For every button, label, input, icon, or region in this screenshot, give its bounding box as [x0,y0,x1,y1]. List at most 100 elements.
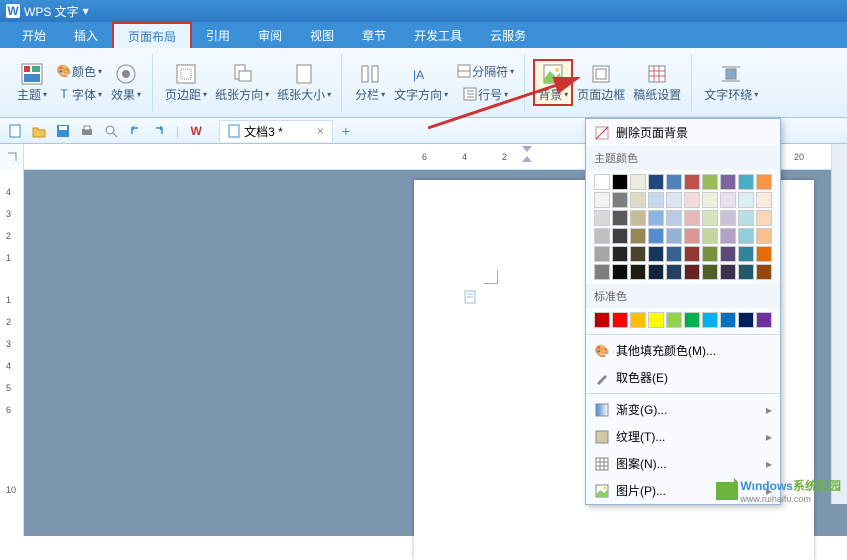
gradient-item[interactable]: 渐变(G)...▸ [586,396,780,423]
color-swatch[interactable] [702,174,718,190]
color-swatch[interactable] [612,312,628,328]
color-swatch[interactable] [738,246,754,262]
color-swatch[interactable] [684,210,700,226]
color-swatch[interactable] [738,174,754,190]
text-direction-button[interactable]: |A文字方向▾ [390,60,452,105]
color-swatch[interactable] [630,174,646,190]
theme-button[interactable]: 主题▾ [12,60,52,105]
color-swatch[interactable] [684,192,700,208]
color-swatch[interactable] [648,192,664,208]
tab-insert[interactable]: 插入 [60,22,112,48]
color-swatch[interactable] [738,210,754,226]
color-swatch[interactable] [684,174,700,190]
color-swatch[interactable] [684,246,700,262]
color-swatch[interactable] [702,246,718,262]
color-swatch[interactable] [594,312,610,328]
new-tab-button[interactable]: + [335,121,357,141]
color-swatch[interactable] [666,210,682,226]
color-swatch[interactable] [612,210,628,226]
save-button[interactable] [52,121,74,141]
app-menu-dropdown[interactable]: ▾ [83,4,89,18]
tab-review[interactable]: 审阅 [244,22,296,48]
color-swatch[interactable] [738,228,754,244]
document-tab[interactable]: 文档3 * × [219,120,333,142]
pattern-item[interactable]: 图案(N)...▸ [586,450,780,477]
redo-button[interactable] [148,121,170,141]
new-doc-button[interactable] [4,121,26,141]
texture-item[interactable]: 纹理(T)...▸ [586,423,780,450]
color-swatch[interactable] [630,246,646,262]
manuscript-button[interactable]: 稿纸设置 [629,60,685,105]
separator-button[interactable]: 分隔符▾ [452,61,518,82]
color-swatch[interactable] [612,264,628,280]
color-swatch[interactable] [702,192,718,208]
margin-button[interactable]: 页边距▾ [161,60,211,105]
eyedropper-item[interactable]: 取色器(E) [586,364,780,391]
color-swatch[interactable] [630,228,646,244]
color-swatch[interactable] [738,192,754,208]
color-swatch[interactable] [612,192,628,208]
color-swatch[interactable] [756,210,772,226]
color-swatch[interactable] [594,264,610,280]
text-wrap-button[interactable]: 文字环绕▾ [700,60,762,105]
color-swatch[interactable] [648,246,664,262]
color-swatch[interactable] [756,192,772,208]
color-swatch[interactable] [612,174,628,190]
color-swatch[interactable] [684,228,700,244]
color-swatch[interactable] [738,264,754,280]
color-swatch[interactable] [594,192,610,208]
color-swatch[interactable] [720,228,736,244]
print-button[interactable] [76,121,98,141]
color-swatch[interactable] [666,312,682,328]
color-swatch[interactable] [630,192,646,208]
tab-devtools[interactable]: 开发工具 [400,22,476,48]
color-swatch[interactable] [612,228,628,244]
color-swatch[interactable] [594,210,610,226]
color-swatch[interactable] [720,246,736,262]
color-swatch[interactable] [666,192,682,208]
color-swatch[interactable] [594,174,610,190]
color-swatch[interactable] [720,174,736,190]
tab-reference[interactable]: 引用 [192,22,244,48]
color-swatch[interactable] [756,264,772,280]
columns-button[interactable]: 分栏▾ [350,60,390,105]
color-swatch[interactable] [630,210,646,226]
color-swatch[interactable] [756,228,772,244]
page-border-button[interactable]: 页面边框 [573,60,629,105]
color-swatch[interactable] [720,312,736,328]
color-swatch[interactable] [594,228,610,244]
color-swatch[interactable] [612,246,628,262]
color-swatch[interactable] [756,312,772,328]
indent-marker[interactable] [522,146,532,164]
vertical-scrollbar[interactable] [831,144,847,504]
color-button[interactable]: 🎨颜色▾ [52,61,106,82]
background-button[interactable]: 背景▾ [533,59,573,106]
size-button[interactable]: 纸张大小▾ [273,60,335,105]
color-swatch[interactable] [702,228,718,244]
print-preview-button[interactable] [100,121,122,141]
color-swatch[interactable] [720,210,736,226]
line-number-button[interactable]: 行号▾ [452,84,518,105]
color-swatch[interactable] [738,312,754,328]
color-swatch[interactable] [684,312,700,328]
color-swatch[interactable] [666,264,682,280]
color-swatch[interactable] [702,210,718,226]
color-swatch[interactable] [720,264,736,280]
wps-home-button[interactable]: W [185,121,207,141]
vertical-ruler[interactable]: 4 3 2 1 1 2 3 4 5 6 10 [0,170,24,536]
tab-cloud[interactable]: 云服务 [476,22,540,48]
color-swatch[interactable] [720,192,736,208]
color-swatch[interactable] [756,246,772,262]
color-swatch[interactable] [630,264,646,280]
color-swatch[interactable] [666,246,682,262]
color-swatch[interactable] [630,312,646,328]
open-button[interactable] [28,121,50,141]
tab-start[interactable]: 开始 [8,22,60,48]
color-swatch[interactable] [666,228,682,244]
more-fill-colors-item[interactable]: 🎨其他填充颜色(M)... [586,337,780,364]
color-swatch[interactable] [648,228,664,244]
color-swatch[interactable] [648,264,664,280]
color-swatch[interactable] [666,174,682,190]
tab-section[interactable]: 章节 [348,22,400,48]
color-swatch[interactable] [702,312,718,328]
